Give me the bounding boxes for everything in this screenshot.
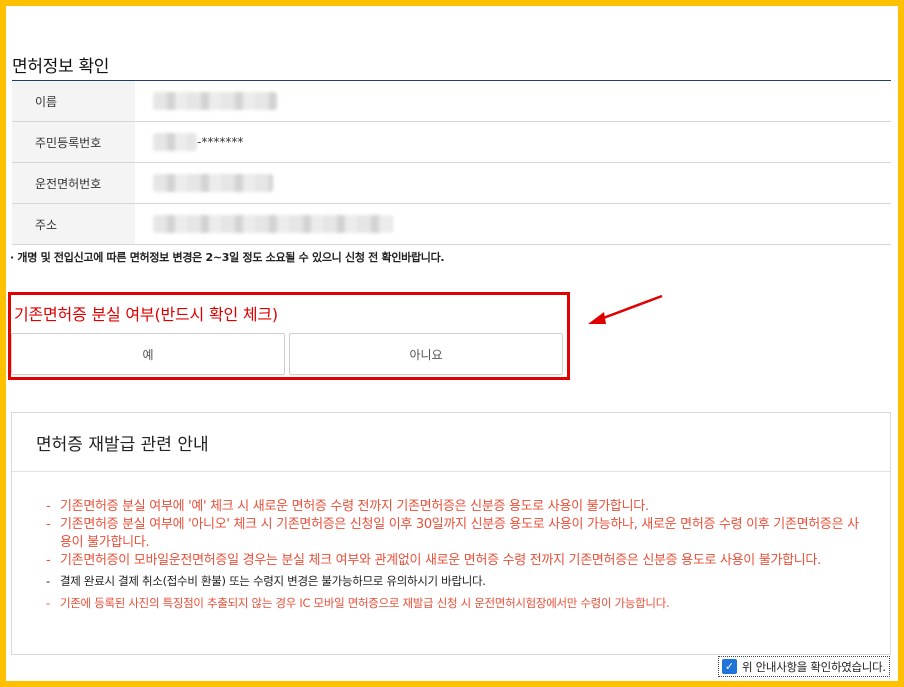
info-change-notice: · 개명 및 전입신고에 따른 면허정보 변경은 2~3일 정도 소요될 수 있… bbox=[10, 251, 445, 264]
resident-number-masked-back: -******* bbox=[197, 135, 244, 149]
confirm-checkbox-row[interactable]: ✓ 위 안내사항을 확인하였습니다. bbox=[718, 656, 890, 677]
table-row: 운전면허번호 bbox=[12, 163, 891, 204]
lost-card-title: 기존면허증 분실 여부(반드시 확인 체크) bbox=[14, 305, 278, 324]
row-label-name: 이름 bbox=[12, 81, 135, 121]
list-item: 기존면허증 분실 여부에 '아니오' 체크 시 기존면허증은 신청일 이후 30… bbox=[46, 516, 870, 552]
page-title: 면허정보 확인 bbox=[12, 57, 110, 77]
license-info-table: 이름 주민등록번호 -******* 운전면허번호 주소 bbox=[12, 80, 891, 245]
row-value-resident-number: -******* bbox=[135, 122, 891, 162]
check-icon[interactable]: ✓ bbox=[722, 659, 737, 674]
row-value-name bbox=[135, 81, 891, 121]
row-label-address: 주소 bbox=[12, 204, 135, 244]
red-arrow-icon bbox=[588, 294, 663, 324]
masked-resident-front bbox=[153, 133, 197, 151]
masked-address bbox=[153, 215, 393, 233]
list-item: 기존에 등록된 사진의 특징점이 추출되지 않는 경우 IC 모바일 면허증으로… bbox=[46, 592, 870, 614]
masked-license-number bbox=[153, 174, 273, 192]
lost-no-button[interactable]: 아니요 bbox=[289, 333, 563, 375]
list-item: 기존면허증이 모바일운전면허증일 경우는 분실 체크 여부와 관계없이 새로운 … bbox=[46, 552, 870, 570]
list-item: 기존면허증 분실 여부에 '예' 체크 시 새로운 면허증 수령 전까지 기존면… bbox=[46, 498, 870, 516]
confirm-label: 위 안내사항을 확인하였습니다. bbox=[742, 659, 886, 674]
lost-card-check-box: 기존면허증 분실 여부(반드시 확인 체크) 예 아니요 bbox=[8, 292, 570, 380]
row-value-license-number bbox=[135, 163, 891, 203]
row-label-resident-number: 주민등록번호 bbox=[12, 122, 135, 162]
list-item: 결제 완료시 결제 취소(접수비 환불) 또는 수령지 변경은 불가능하므로 유… bbox=[46, 570, 870, 592]
masked-name bbox=[153, 92, 277, 110]
guide-title: 면허증 재발급 관련 안내 bbox=[12, 413, 890, 472]
table-row: 주소 bbox=[12, 204, 891, 245]
table-row: 주민등록번호 -******* bbox=[12, 122, 891, 163]
reissue-guide-box: 면허증 재발급 관련 안내 기존면허증 분실 여부에 '예' 체크 시 새로운 … bbox=[11, 412, 891, 655]
row-value-address bbox=[135, 204, 891, 244]
row-label-license-number: 운전면허번호 bbox=[12, 163, 135, 203]
main-frame: 면허정보 확인 이름 주민등록번호 -******* 운전면허번호 주소 · 개… bbox=[6, 6, 898, 681]
lost-yes-button[interactable]: 예 bbox=[11, 333, 285, 375]
table-row: 이름 bbox=[12, 81, 891, 122]
guide-list: 기존면허증 분실 여부에 '예' 체크 시 새로운 면허증 수령 전까지 기존면… bbox=[12, 472, 890, 614]
